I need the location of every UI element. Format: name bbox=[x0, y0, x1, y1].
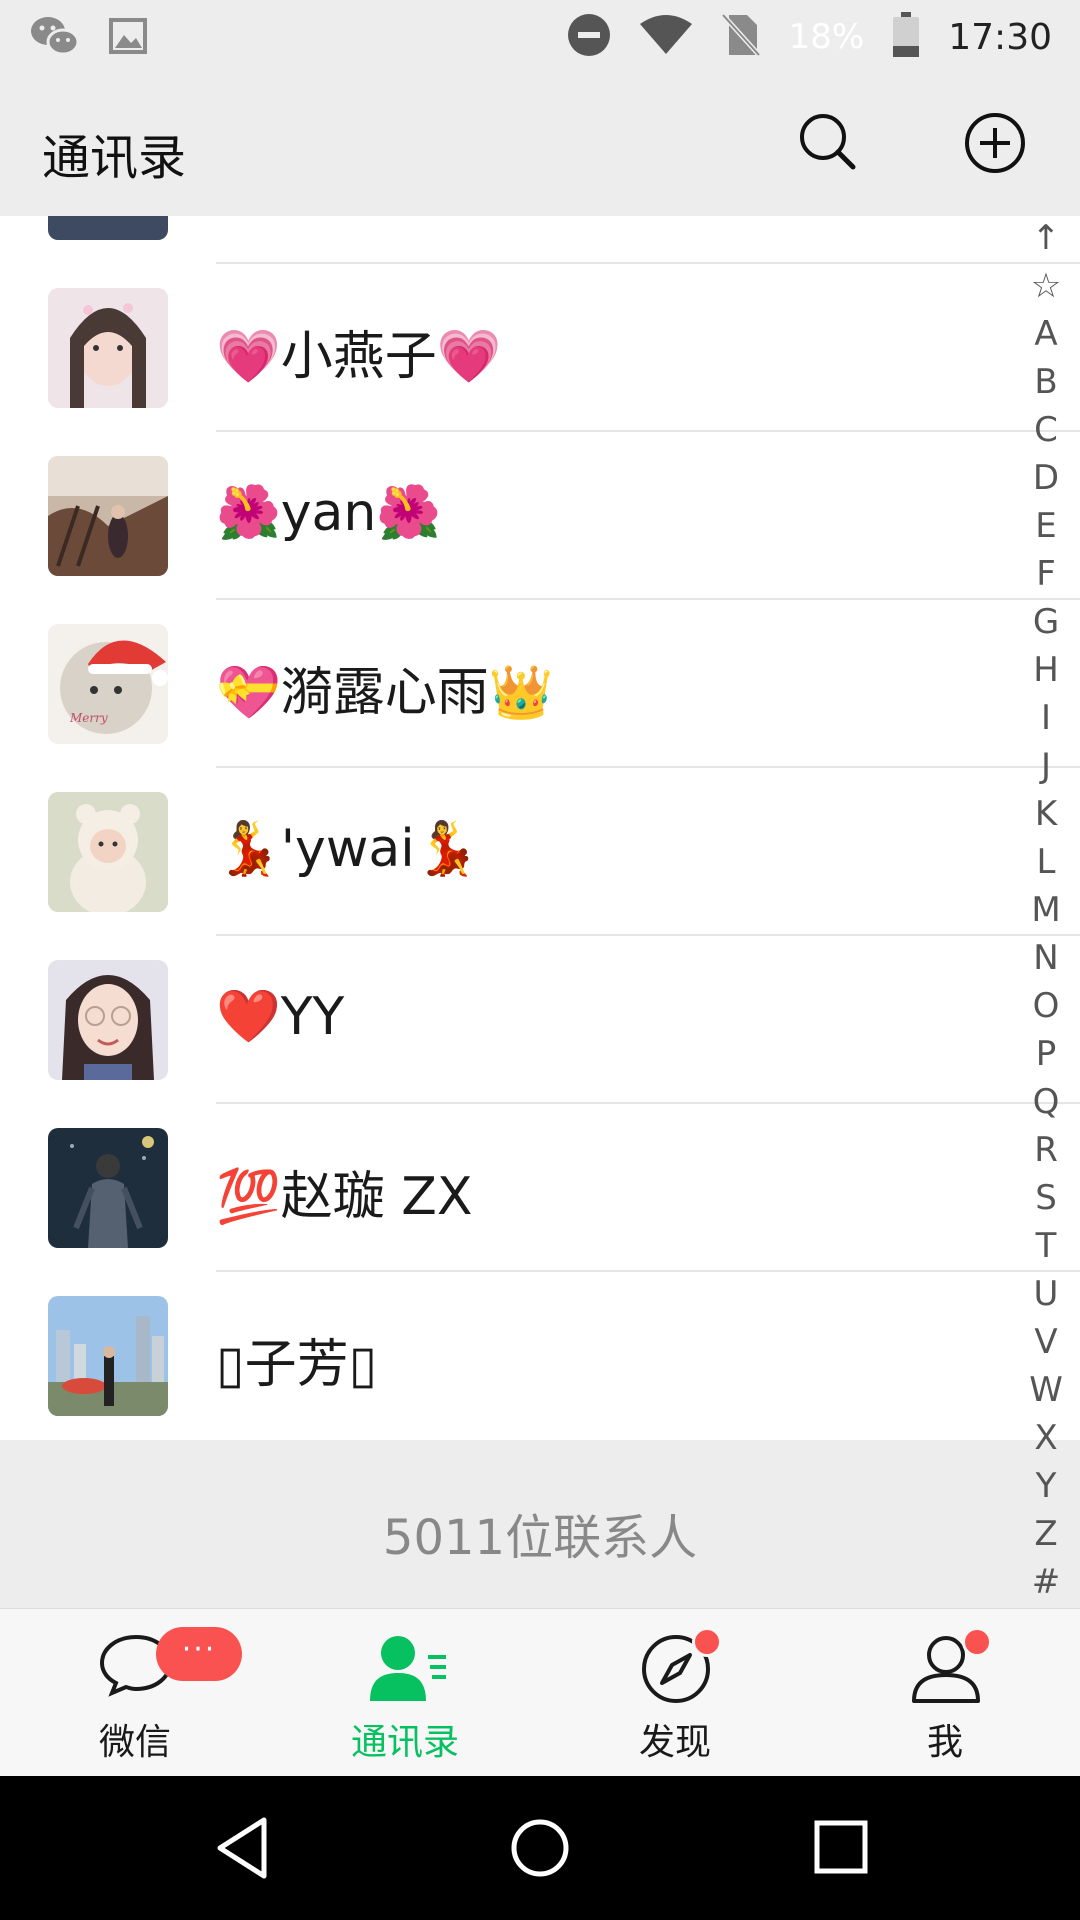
svg-text:Merry: Merry bbox=[69, 711, 108, 725]
index-letter[interactable]: ↑ bbox=[1022, 214, 1070, 262]
avatar bbox=[48, 1128, 168, 1248]
index-letter[interactable]: M bbox=[1022, 886, 1070, 934]
index-letter[interactable]: O bbox=[1022, 982, 1070, 1030]
tab-chats[interactable]: ··· 微信 bbox=[0, 1609, 270, 1777]
index-letter[interactable]: K bbox=[1022, 790, 1070, 838]
home-icon[interactable] bbox=[510, 1818, 570, 1878]
recents-icon[interactable] bbox=[814, 1820, 868, 1874]
avatar bbox=[48, 456, 168, 576]
header: 通讯录 bbox=[0, 74, 1080, 216]
contact-name: ▯子芳▯ bbox=[216, 1335, 378, 1395]
index-letter[interactable]: ☆ bbox=[1022, 262, 1070, 310]
avatar: Merry bbox=[48, 624, 168, 744]
index-letter[interactable]: E bbox=[1022, 502, 1070, 550]
avatar bbox=[48, 792, 168, 912]
status-bar: 18% 17:30 bbox=[0, 0, 1080, 74]
tab-discover[interactable]: 发现 bbox=[540, 1609, 810, 1777]
index-letter[interactable]: L bbox=[1022, 838, 1070, 886]
index-letter[interactable]: F bbox=[1022, 550, 1070, 598]
do-not-disturb-icon bbox=[567, 13, 611, 61]
contact-row[interactable]: 💃'ywai💃 bbox=[0, 768, 1080, 936]
index-letter[interactable]: B bbox=[1022, 358, 1070, 406]
tab-me[interactable]: 我 bbox=[810, 1609, 1080, 1777]
contact-row[interactable]: 💯赵璇 ZX bbox=[0, 1104, 1080, 1272]
index-letter[interactable]: V bbox=[1022, 1318, 1070, 1366]
index-letter[interactable]: N bbox=[1022, 934, 1070, 982]
contact-list[interactable]: 💗小燕子💗 🌺yan🌺 Merry 💝漪露心雨👑 💃'ywai💃 ❤️YY 💯赵… bbox=[0, 216, 1080, 1440]
index-letter[interactable]: I bbox=[1022, 694, 1070, 742]
tab-label: 通讯录 bbox=[350, 1722, 459, 1763]
no-sim-icon bbox=[720, 13, 761, 61]
avatar bbox=[48, 216, 168, 240]
bottom-tab-bar: ··· 微信 通讯录 发现 我 bbox=[0, 1608, 1080, 1776]
contact-row[interactable]: ❤️YY bbox=[0, 936, 1080, 1104]
system-nav-bar bbox=[0, 1776, 1080, 1920]
tab-label: 我 bbox=[926, 1722, 963, 1763]
index-letter[interactable]: Z bbox=[1022, 1510, 1070, 1558]
index-letter[interactable]: J bbox=[1022, 742, 1070, 790]
contact-row[interactable]: 💗小燕子💗 bbox=[0, 264, 1080, 432]
index-letter[interactable]: X bbox=[1022, 1414, 1070, 1462]
index-letter[interactable]: D bbox=[1022, 454, 1070, 502]
contact-row[interactable]: ▯子芳▯ bbox=[0, 1272, 1080, 1440]
avatar bbox=[48, 960, 168, 1080]
search-icon[interactable] bbox=[798, 112, 856, 170]
contact-count-footer: 5011位联系人 bbox=[0, 1440, 1080, 1608]
contact-name: 💃'ywai💃 bbox=[216, 819, 480, 879]
tab-label: 发现 bbox=[638, 1722, 711, 1763]
wechat-icon bbox=[30, 14, 80, 62]
contact-row[interactable]: 🌺yan🌺 bbox=[0, 432, 1080, 600]
index-letter[interactable]: S bbox=[1022, 1174, 1070, 1222]
index-letter[interactable]: H bbox=[1022, 646, 1070, 694]
contact-count: 5011位联系人 bbox=[382, 1510, 698, 1566]
contacts-icon bbox=[370, 1636, 446, 1701]
contact-name: 🌺yan🌺 bbox=[216, 483, 442, 543]
tab-label: 微信 bbox=[98, 1722, 171, 1763]
back-icon[interactable] bbox=[214, 1816, 270, 1880]
contact-name: 💝漪露心雨👑 bbox=[216, 663, 554, 723]
index-letter[interactable]: # bbox=[1022, 1558, 1070, 1606]
avatar bbox=[48, 288, 168, 408]
index-letter[interactable]: W bbox=[1022, 1366, 1070, 1414]
status-time: 17:30 bbox=[948, 16, 1052, 58]
contact-name: 💯赵璇 ZX bbox=[216, 1167, 473, 1227]
contact-row[interactable]: Merry 💝漪露心雨👑 bbox=[0, 600, 1080, 768]
notification-dot bbox=[962, 1627, 992, 1657]
wifi-icon bbox=[639, 14, 693, 60]
index-letter[interactable]: C bbox=[1022, 406, 1070, 454]
index-letter[interactable]: P bbox=[1022, 1030, 1070, 1078]
index-letter[interactable]: U bbox=[1022, 1270, 1070, 1318]
battery-percent: 18% bbox=[788, 17, 865, 57]
index-letter[interactable]: Q bbox=[1022, 1078, 1070, 1126]
notification-dot bbox=[692, 1627, 722, 1657]
index-letter[interactable]: A bbox=[1022, 310, 1070, 358]
index-letter[interactable]: T bbox=[1022, 1222, 1070, 1270]
image-icon bbox=[108, 17, 148, 59]
page-title: 通讯录 bbox=[42, 130, 187, 186]
contact-name: ❤️YY bbox=[216, 987, 345, 1047]
unread-badge: ··· bbox=[156, 1627, 242, 1681]
battery-icon bbox=[892, 12, 920, 62]
index-letter[interactable]: R bbox=[1022, 1126, 1070, 1174]
index-letter[interactable]: G bbox=[1022, 598, 1070, 646]
avatar bbox=[48, 1296, 168, 1416]
tab-contacts[interactable]: 通讯录 bbox=[270, 1609, 540, 1777]
index-letter[interactable]: Y bbox=[1022, 1462, 1070, 1510]
add-circle-icon[interactable] bbox=[964, 112, 1026, 174]
alphabet-index[interactable]: ↑ ☆ A B C D E F G H I J K L M N O P Q R … bbox=[1022, 214, 1070, 1606]
contact-name: 💗小燕子💗 bbox=[216, 327, 502, 387]
